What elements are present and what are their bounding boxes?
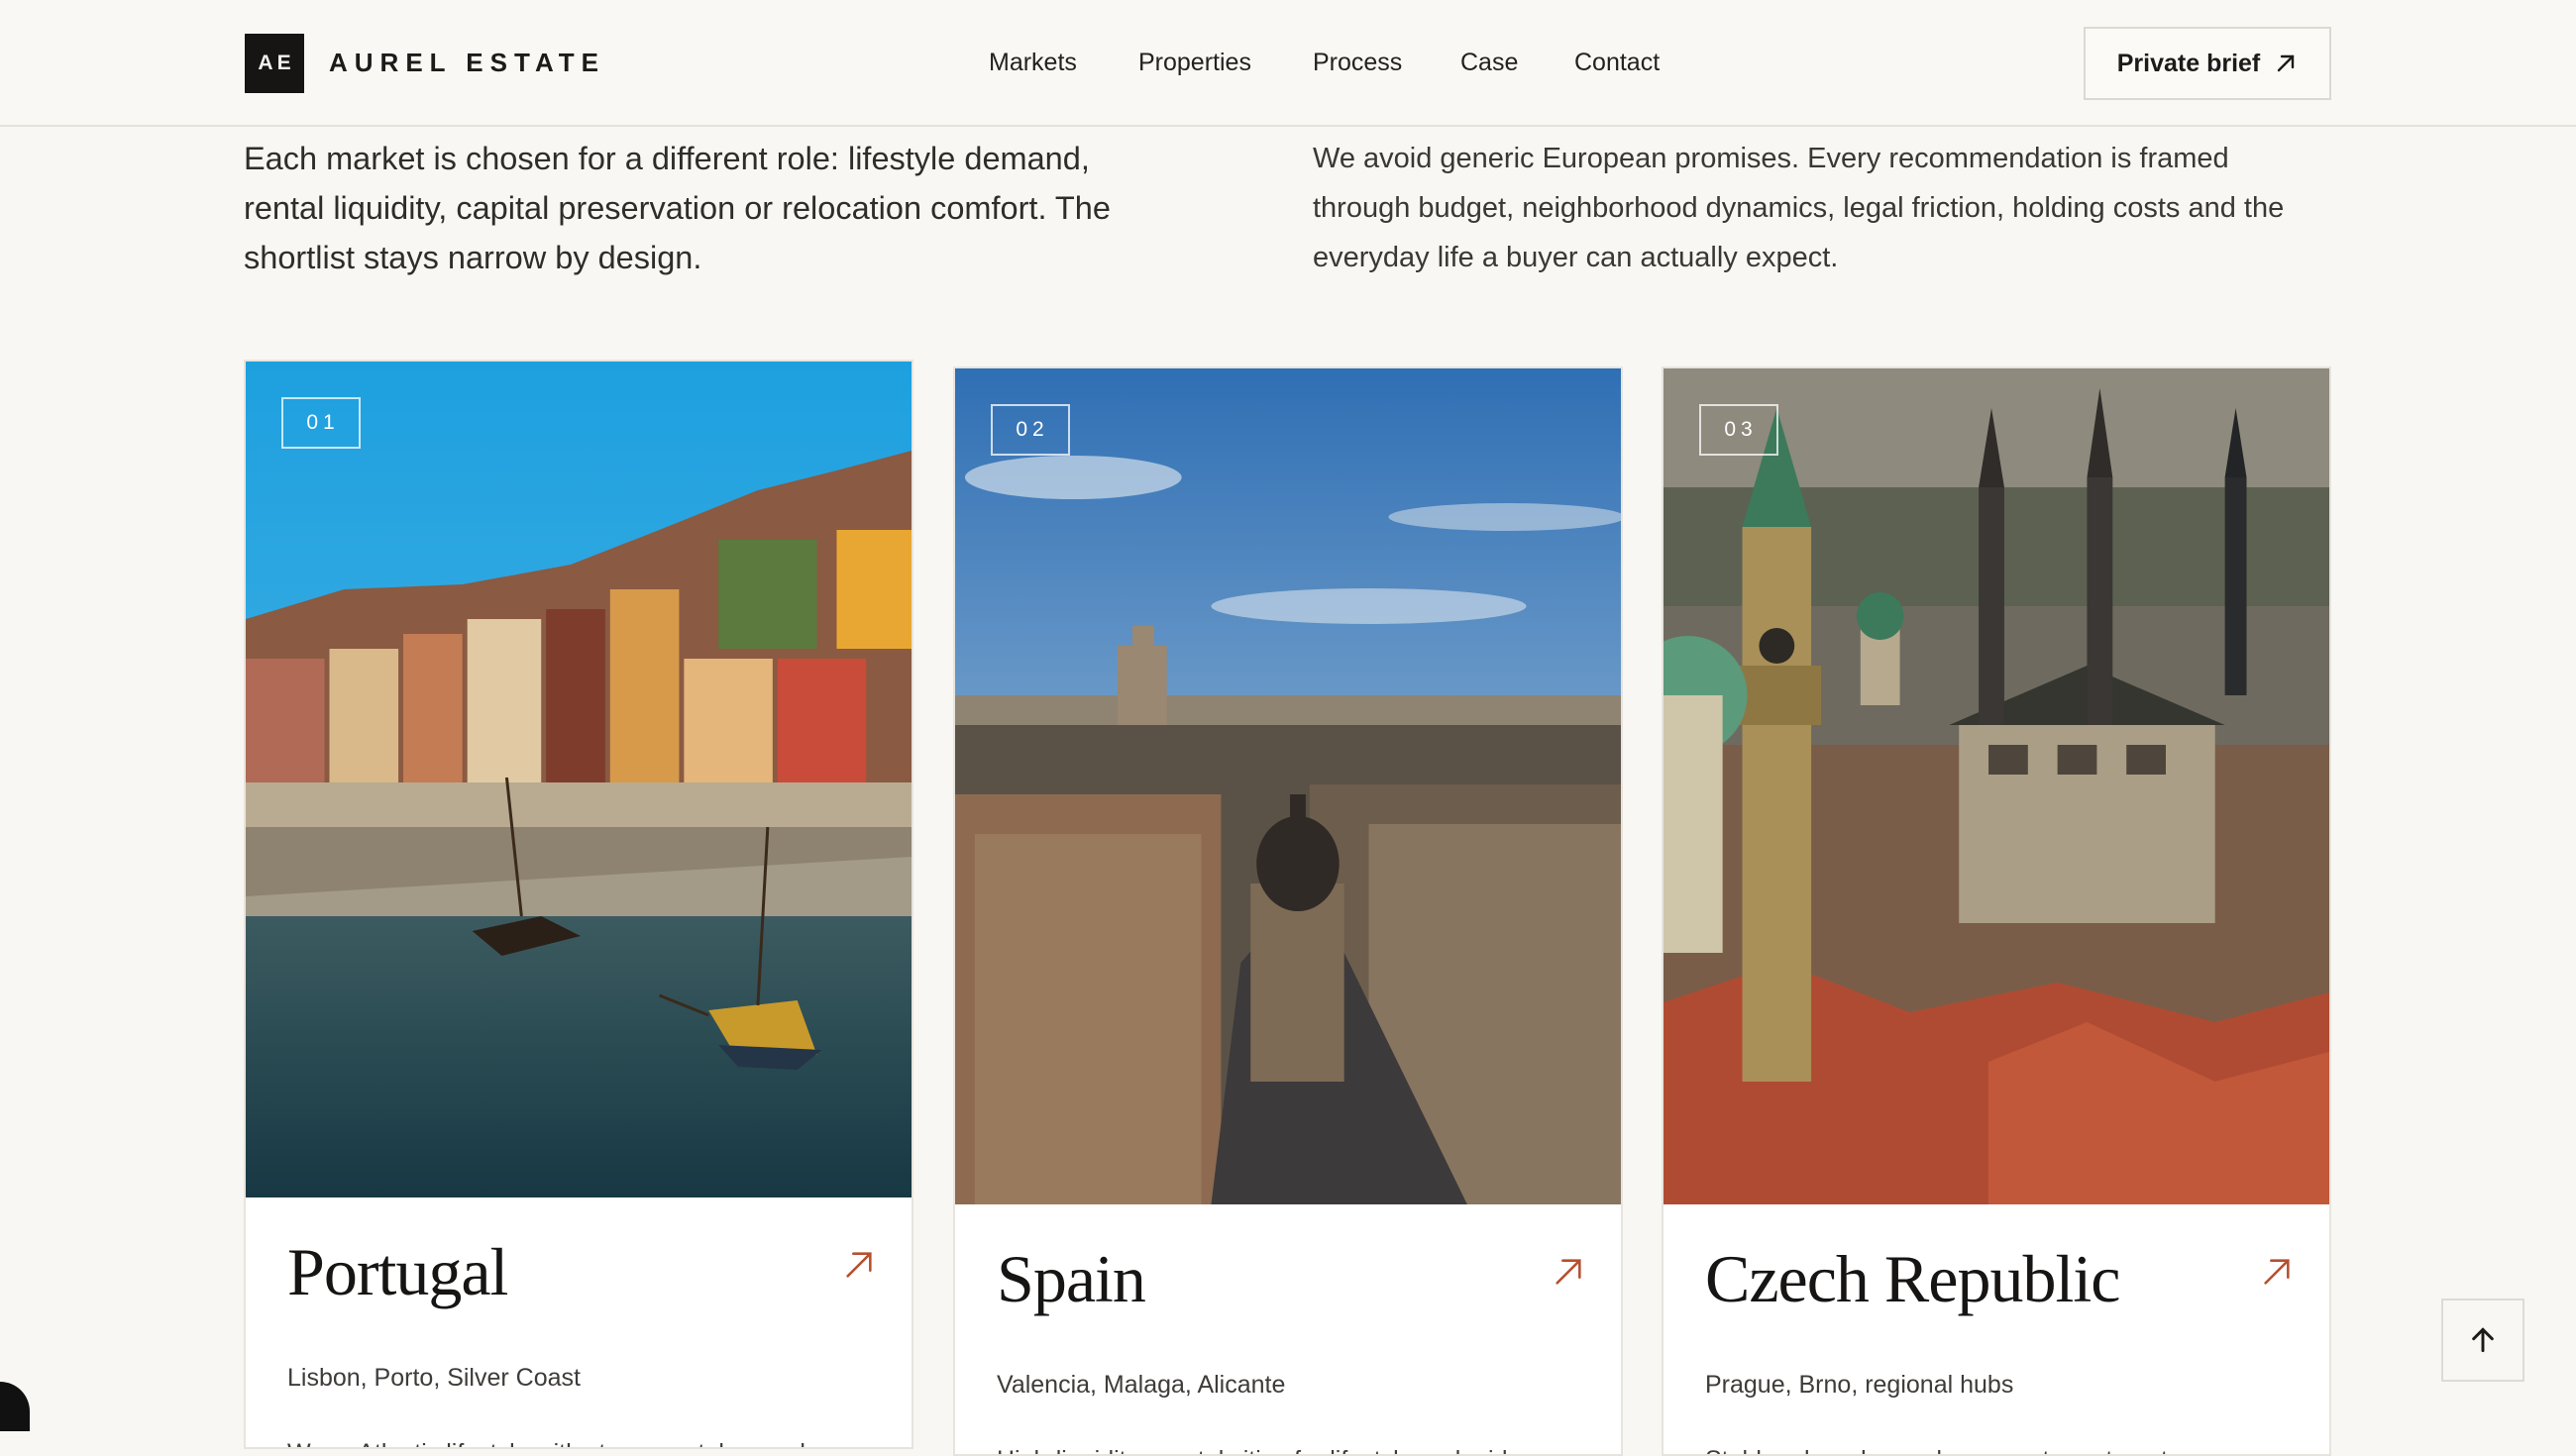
intro-left: Each market is chosen for a different ro… [244,134,1111,282]
intro-right-line: We avoid generic European promises. Ever… [1313,143,2229,174]
market-title[interactable]: Portugal [287,1233,508,1311]
market-card-czech-republic[interactable]: 03 Czech Republic Prague, Brno, regional… [1662,366,2331,1456]
logo-mark-text: AE [258,52,295,74]
market-description: High-liquidity coastal cities for lifest… [997,1446,1516,1454]
market-photo-portugal [246,362,912,1197]
market-number-badge: 03 [1699,404,1778,456]
nav-case[interactable]: Case [1460,49,1518,77]
market-subtitle: Lisbon, Porto, Silver Coast [287,1364,581,1392]
site-header: AE AUREL ESTATE Markets Properties Proce… [0,0,2576,127]
arrow-up-right-icon[interactable] [842,1248,876,1282]
market-subtitle: Valencia, Malaga, Alicante [997,1371,1286,1399]
market-title[interactable]: Czech Republic [1705,1240,2120,1318]
intro-right-line: everyday life a buyer can actually expec… [1313,242,1839,273]
nav-contact[interactable]: Contact [1574,49,1660,77]
logo-mark[interactable]: AE [245,34,304,93]
market-description: Stable urban demand, compact apartments, [1705,1446,2187,1454]
arrow-up-icon [2472,1327,2494,1353]
intro-left-line: rental liquidity, capital preservation o… [244,190,1111,226]
arrow-up-right-icon[interactable] [2260,1255,2294,1289]
brand-name[interactable]: AUREL ESTATE [329,48,605,78]
market-number-badge: 02 [991,404,1070,456]
window-corner [0,1382,30,1431]
intro-left-line: shortlist stays narrow by design. [244,240,702,275]
market-photo-czech-republic [1664,368,2329,1204]
intro-right: We avoid generic European promises. Ever… [1313,134,2284,282]
market-card-spain[interactable]: 02 Spain Valencia, Malaga, Alicante High… [953,366,1623,1456]
market-number-badge: 01 [281,397,361,449]
market-title[interactable]: Spain [997,1240,1146,1318]
nav-properties[interactable]: Properties [1138,49,1251,77]
market-subtitle: Prague, Brno, regional hubs [1705,1371,2014,1399]
private-brief-button[interactable]: Private brief [2084,27,2331,100]
market-card-portugal[interactable]: 01 Portugal Lisbon, Porto, Silver Coast … [244,360,913,1449]
arrow-up-right-icon [2278,54,2295,72]
intro-right-line: through budget, neighborhood dynamics, l… [1313,192,2285,224]
market-photo-spain [955,368,1621,1204]
intro-left-line: Each market is chosen for a different ro… [244,141,1090,176]
arrow-up-right-icon[interactable] [1552,1255,1585,1289]
scroll-to-top-button[interactable] [2441,1299,2524,1382]
nav-process[interactable]: Process [1313,49,1402,77]
market-description: Warm Atlantic lifestyle with strong rent… [287,1439,812,1447]
nav-markets[interactable]: Markets [989,49,1077,77]
private-brief-label: Private brief [2116,49,2261,77]
